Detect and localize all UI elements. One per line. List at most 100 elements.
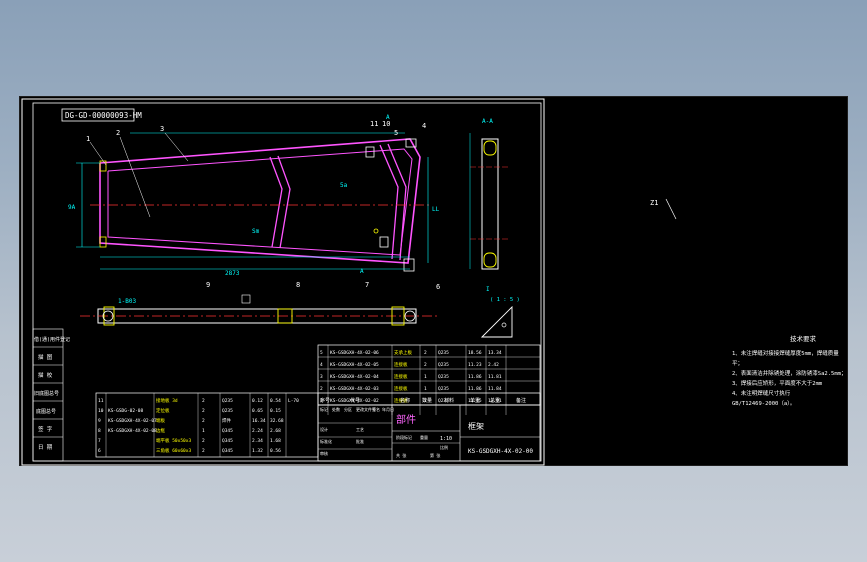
callout-5: 5 xyxy=(394,129,398,137)
bom-upper-cell: 11.86 xyxy=(468,374,482,380)
frame-cross-member-left xyxy=(269,156,283,248)
bom-upper-cell: 2.42 xyxy=(488,362,499,368)
bom-upper-header-cell: 序号 xyxy=(320,397,330,404)
title-block[interactable]: 部件 框架 KS-GSDGXH-4X-02-00 1:10 标记 处数 分区 更改文件… xyxy=(317,404,541,462)
bom-upper-table[interactable]: 5 KS-GSDGXH-4X-02-06 支承上板 2 Q235 18.56 13.34 4 K… xyxy=(317,344,541,415)
dim-bottom-right: A xyxy=(360,268,364,275)
title-block-label: 设计 xyxy=(320,426,328,432)
bom-upper-header-cell: 备注 xyxy=(516,397,526,404)
weld-symbol xyxy=(241,294,251,304)
dim-right: LL xyxy=(432,206,440,213)
title-block-label: 标记 xyxy=(320,406,328,412)
side-table-0: 借(通)用件登记 xyxy=(34,336,70,343)
section-label: A-A xyxy=(482,118,493,125)
bom-lower-cell: L-70 xyxy=(288,398,299,404)
bom-lower-cell: Q345 xyxy=(222,448,233,454)
callout-6: 6 xyxy=(436,283,440,291)
section-body xyxy=(481,138,499,270)
tech-note-line: 4、未注明焊缝尺寸执行 xyxy=(732,389,791,397)
drawing-canvas[interactable]: DG-GD-00000093-HM 9A 2873 5a Sm LL A A 1… xyxy=(19,96,848,466)
bom-lower-cell: 11 xyxy=(98,398,104,404)
tech-note-line: 2、表面清洁并除锈处理，涂防锈漆Sa2.5mm； xyxy=(732,369,847,377)
section-bottom-cap xyxy=(483,252,497,268)
title-block-label: 工艺 xyxy=(356,427,364,432)
bom-lower-cell: 0.12 xyxy=(252,398,263,404)
bom-lower-cell: 7 xyxy=(98,438,101,444)
callout-11: 11 xyxy=(370,120,378,128)
bom-upper-cell: 支承上板 xyxy=(394,349,412,356)
bom-upper-cell: Q235 xyxy=(438,350,449,356)
bom-upper-cell: KS-GSDGXH-4X-02-06 xyxy=(330,350,379,356)
bom-lower-cell: 6 xyxy=(98,448,101,454)
bom-lower-cell: 边框 xyxy=(156,427,165,434)
detail-scale: ( 1 : 5 ) xyxy=(490,297,520,303)
small-marker-text: Z1 xyxy=(650,199,658,207)
title-block-label: 签名 xyxy=(372,406,380,412)
bom-upper-cell: 13.34 xyxy=(488,350,502,356)
dim-mid: Sm xyxy=(252,228,260,235)
bom-upper-header-cell: 单重 xyxy=(470,397,480,404)
bom-upper-header-cell: 材料 xyxy=(444,397,454,404)
bom-lower-cell: 9 xyxy=(98,418,101,424)
bom-lower-cell: KS-GSDGXH-4X-02-07 xyxy=(108,418,157,424)
bom-upper-cell: Q235 xyxy=(438,386,449,392)
bom-upper-cell: 11.23 xyxy=(468,362,482,368)
tech-note-line: 平； xyxy=(732,360,743,367)
dim-top-length: 5a xyxy=(340,182,348,189)
bom-lower-cell: 2 xyxy=(202,398,205,404)
bom-upper-cell: KS-GSDGXH-4X-02-04 xyxy=(330,374,379,380)
bom-upper-cell: 连接板 xyxy=(394,373,408,380)
bom-lower-cell: KS-GSDG-02-08 xyxy=(108,408,144,414)
frame-side-view[interactable]: 1-B03 xyxy=(80,294,440,326)
detail-view[interactable]: I ( 1 : 5 ) xyxy=(480,286,520,338)
callout-4: 4 xyxy=(422,122,426,130)
bom-upper-cell: 1 xyxy=(424,374,427,380)
frame-inner-outline xyxy=(107,148,413,256)
title-scale: 1:10 xyxy=(440,436,452,442)
bom-lower-cell: 1.68 xyxy=(270,438,281,444)
title-block-label: 第 张 xyxy=(430,452,440,458)
bom-upper-header-cell: 数量 xyxy=(422,397,432,404)
tech-notes: 技术要求 1、未注焊缝对接接焊缝厚度5mm，焊缝质量平； 2、表面清洁并除锈处理，… xyxy=(732,334,847,407)
bracket-bottom-left xyxy=(99,236,107,248)
callout-8: 8 xyxy=(296,281,300,289)
bom-lower-table[interactable]: 11 接地板 3d 2 Q235 0.12 0.54 L-70 10 KS-GSDG-02-08… xyxy=(95,392,319,458)
bom-lower-cell: 8 xyxy=(98,428,101,434)
bom-lower-cell: 2 xyxy=(202,438,205,444)
title-block-label: 比例 xyxy=(440,444,448,450)
side-table-6: 日 期 xyxy=(38,444,53,451)
bom-upper-cell: KS-GSDGXH-4X-02-03 xyxy=(330,386,379,392)
bom-lower-cell: 接地板 3d xyxy=(156,397,178,404)
bom-lower-cell: 2 xyxy=(202,418,205,424)
dim-left: 9A xyxy=(68,204,76,211)
side-table-2: 描 校 xyxy=(38,371,53,379)
bom-upper-cell: 11.84 xyxy=(488,386,502,392)
bom-upper-header-cell: 总重 xyxy=(490,397,500,404)
bom-lower-cell: 0.15 xyxy=(270,408,281,414)
title-code: KS-GSDGXH-4X-02-00 xyxy=(468,448,533,455)
bom-upper-header-cell: 代号 xyxy=(350,397,360,404)
bom-upper-cell: 4 xyxy=(320,362,323,368)
section-top-cap xyxy=(483,140,497,156)
bom-lower-cell: 0.56 xyxy=(270,448,281,454)
callout-1: 1 xyxy=(86,135,90,143)
small-marker-line xyxy=(665,198,677,220)
bom-upper-cell: 连接板 xyxy=(394,361,408,368)
callouts: 1 2 3 11 10 5 4 6 7 8 9 xyxy=(86,120,440,291)
section-a-a-view[interactable]: A-A xyxy=(469,118,510,270)
bom-lower-cell: 16.34 xyxy=(252,418,266,424)
frame-main-view[interactable] xyxy=(90,138,430,272)
bom-upper-cell: Q235 xyxy=(438,362,449,368)
bom-upper-cell: 2 xyxy=(320,386,323,392)
title-name: 框架 xyxy=(468,421,484,431)
bom-lower-cell: 0.65 xyxy=(252,408,263,414)
bom-lower-cell: 32.68 xyxy=(270,418,284,424)
callout-3: 3 xyxy=(160,125,164,133)
side-table-5: 签 字 xyxy=(38,425,53,433)
bom-lower-cell: Q235 xyxy=(222,408,233,414)
bom-upper-cell: KS-GSDGXH-4X-02-05 xyxy=(330,362,379,368)
side-table-1: 描 图 xyxy=(38,353,53,361)
title-block-label: 共 张 xyxy=(396,452,406,458)
bom-lower-cell: 三角板 60x60x3 xyxy=(156,447,191,454)
bom-lower-cell: 端板 xyxy=(156,417,165,424)
